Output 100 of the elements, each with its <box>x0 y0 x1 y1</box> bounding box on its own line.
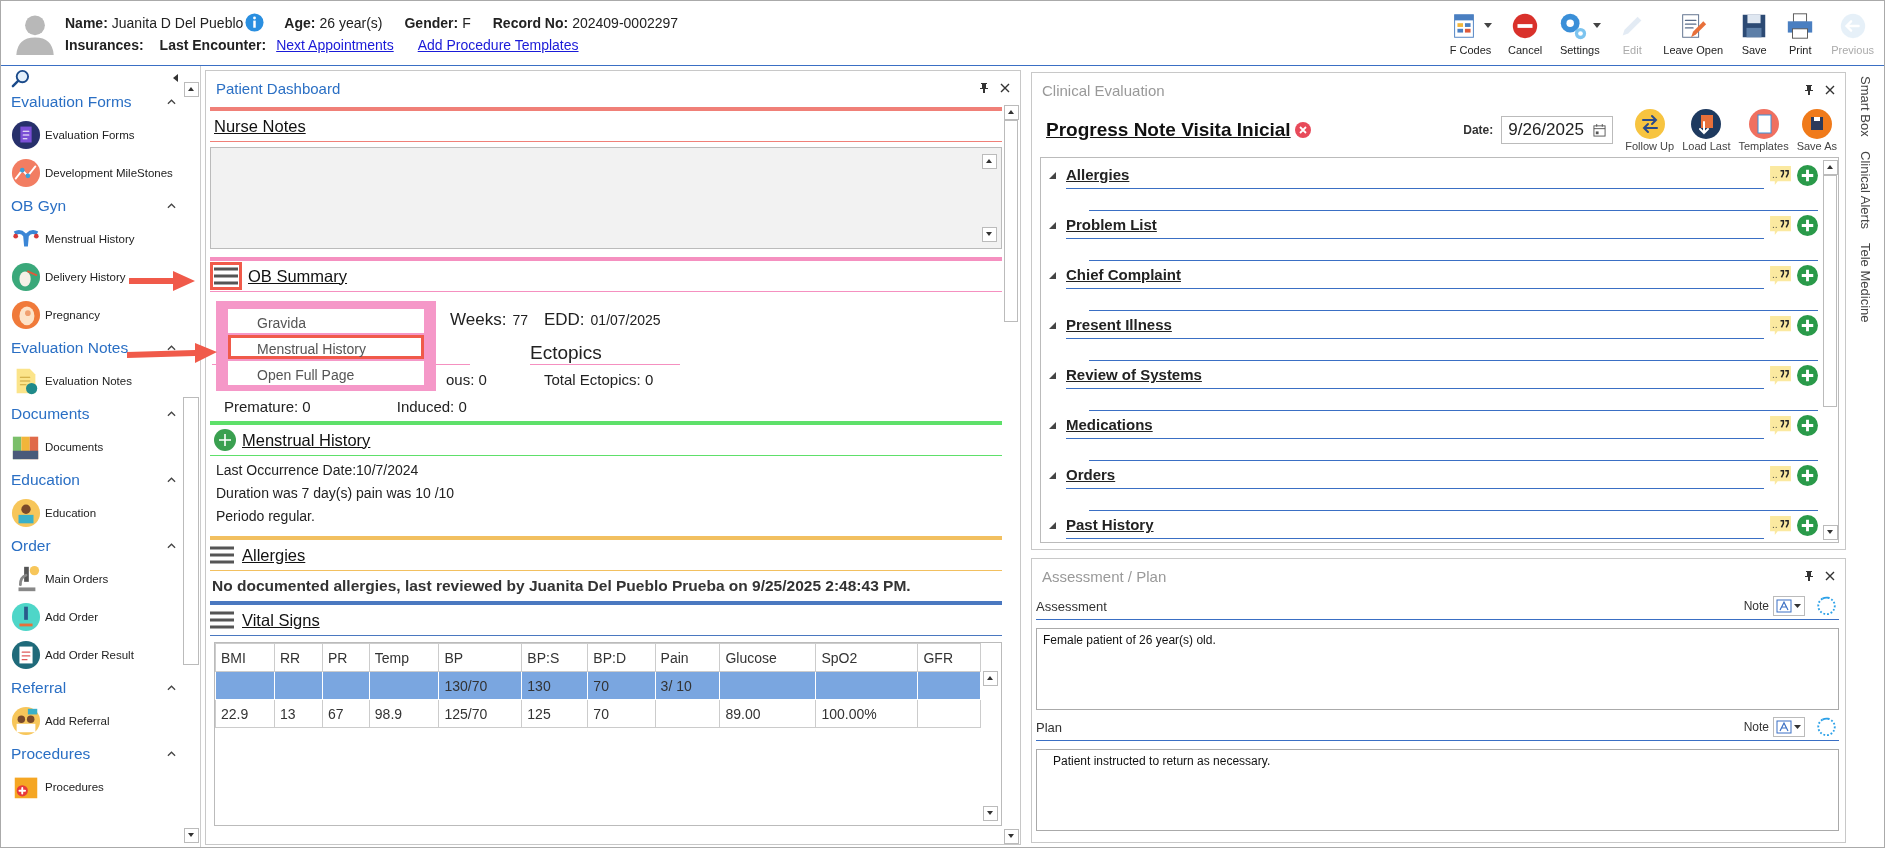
side-tab[interactable]: Smart Box <box>1857 76 1873 137</box>
group-header[interactable]: Education <box>11 466 80 494</box>
add-icon[interactable] <box>1797 464 1818 486</box>
action-button[interactable]: Templates <box>1736 108 1791 152</box>
column-header[interactable]: PR <box>322 643 370 672</box>
section-title[interactable]: Present Illness <box>1066 316 1172 333</box>
section-title[interactable]: Vital Signs <box>242 610 320 630</box>
sidebar-item[interactable]: Education <box>11 494 97 532</box>
link[interactable]: Next Appointments <box>276 37 394 53</box>
toolbar-button[interactable]: Print <box>1781 8 1820 58</box>
toolbar-button[interactable]: F Codes <box>1445 8 1496 58</box>
group-header[interactable]: Evaluation Forms <box>11 88 132 116</box>
action-button[interactable]: Follow Up <box>1623 108 1677 152</box>
column-header[interactable]: BMI <box>215 643 275 672</box>
column-header[interactable]: Temp <box>369 643 439 672</box>
chevron-icon[interactable] <box>167 99 176 105</box>
column-header[interactable]: Pain <box>655 643 720 672</box>
table-row[interactable]: 130/70 130 70 3/ 10 <box>215 671 981 700</box>
toolbar-button[interactable]: Save <box>1735 8 1774 58</box>
column-header[interactable]: SpO2 <box>815 643 918 672</box>
menu-button[interactable] <box>210 262 242 290</box>
add-icon[interactable] <box>1797 264 1818 286</box>
notes-field[interactable] <box>210 147 1002 249</box>
refresh-icon[interactable] <box>1817 595 1839 617</box>
sidebar-item[interactable]: Delivery History <box>11 258 126 296</box>
section-title[interactable]: Orders <box>1066 466 1116 483</box>
group-header[interactable]: OB Gyn <box>11 192 67 220</box>
chevron-icon[interactable] <box>167 543 176 549</box>
sidebar-item[interactable]: Evaluation Notes <box>11 362 132 400</box>
column-header[interactable]: BP:S <box>521 643 588 672</box>
close-icon[interactable] <box>1000 83 1010 93</box>
section-title[interactable]: Past History <box>1066 516 1154 533</box>
sidebar-item[interactable]: Development MileStones <box>11 154 173 192</box>
collapse-icon[interactable] <box>173 74 178 82</box>
pin-icon[interactable] <box>1805 571 1813 581</box>
expand-triangle-icon[interactable] <box>1049 221 1056 229</box>
section-title[interactable]: Chief Complaint <box>1066 266 1181 283</box>
section-title[interactable]: Allergies <box>1066 166 1130 183</box>
text-area[interactable]: Female patient of 26 year(s) old. <box>1036 628 1839 710</box>
group-header[interactable]: Documents <box>11 400 90 428</box>
sidebar-item[interactable]: Add Order Result <box>11 636 134 674</box>
expand-triangle-icon[interactable] <box>1049 171 1056 179</box>
group-header[interactable]: Order <box>11 532 51 560</box>
menu-button[interactable] <box>208 543 236 567</box>
sidebar-item[interactable]: Main Orders <box>11 560 109 598</box>
pin-icon[interactable] <box>980 83 988 93</box>
menu-button[interactable] <box>208 608 236 632</box>
expand-triangle-icon[interactable] <box>1049 421 1056 429</box>
toolbar-button[interactable]: Cancel <box>1504 8 1547 58</box>
calendar-icon[interactable] <box>1593 123 1607 137</box>
chevron-icon[interactable] <box>167 411 176 417</box>
action-button[interactable]: Load Last <box>1680 108 1733 152</box>
remove-icon[interactable] <box>1294 122 1311 138</box>
add-icon[interactable] <box>1797 514 1818 536</box>
search-icon[interactable] <box>11 68 30 88</box>
group-header[interactable]: Referral <box>11 674 67 702</box>
column-header[interactable]: BP <box>438 643 522 672</box>
quote-icon[interactable] <box>1770 215 1791 235</box>
expand-triangle-icon[interactable] <box>1049 521 1056 529</box>
add-icon[interactable] <box>1797 364 1818 386</box>
add-icon[interactable] <box>1797 414 1818 436</box>
column-header[interactable]: GFR <box>918 643 981 672</box>
quote-icon[interactable] <box>1770 365 1791 385</box>
expand-triangle-icon[interactable] <box>1049 471 1056 479</box>
chevron-icon[interactable] <box>167 477 176 483</box>
section-title[interactable]: Review of Systems <box>1066 366 1202 383</box>
menu-item[interactable]: Gravida <box>228 309 424 333</box>
column-header[interactable]: RR <box>274 643 323 672</box>
group-header[interactable]: Procedures <box>11 740 91 768</box>
close-icon[interactable] <box>1825 571 1835 581</box>
scrollbar[interactable] <box>1822 158 1838 542</box>
chevron-icon[interactable] <box>167 203 176 209</box>
quote-icon[interactable] <box>1770 265 1791 285</box>
quote-icon[interactable] <box>1770 515 1791 535</box>
expand-triangle-icon[interactable] <box>1049 271 1056 279</box>
menu-item[interactable]: Open Full Page <box>228 361 424 385</box>
refresh-icon[interactable] <box>1817 716 1839 738</box>
section-title[interactable]: Medications <box>1066 416 1153 433</box>
chevron-icon[interactable] <box>167 751 176 757</box>
sidebar-item[interactable]: Pregnancy <box>11 296 100 334</box>
note-dropdown[interactable] <box>1773 596 1805 616</box>
sidebar-item[interactable]: Documents <box>11 428 104 466</box>
expand-triangle-icon[interactable] <box>1049 321 1056 329</box>
pin-icon[interactable] <box>1805 85 1813 95</box>
sidebar-item[interactable]: Menstrual History <box>11 220 135 258</box>
date-field[interactable]: 9/26/2025 <box>1501 116 1614 144</box>
quote-icon[interactable] <box>1770 315 1791 335</box>
quote-icon[interactable] <box>1770 465 1791 485</box>
side-tab[interactable]: Tele Medicine <box>1857 242 1873 323</box>
sidebar-item[interactable]: Procedures <box>11 768 104 806</box>
add-icon[interactable] <box>214 429 236 451</box>
quote-icon[interactable] <box>1770 415 1791 435</box>
section-title[interactable]: OB Summary <box>248 266 348 286</box>
table-row[interactable]: 22.9 13 67 98.9 125/70 125 70 89.00 100.00% <box>215 699 981 728</box>
add-icon[interactable] <box>1797 164 1818 186</box>
toolbar-button[interactable]: Settings <box>1554 8 1606 58</box>
section-title[interactable]: Allergies <box>242 545 306 565</box>
quote-icon[interactable] <box>1770 165 1791 185</box>
side-tab[interactable]: Clinical Alerts <box>1857 150 1873 229</box>
sidebar-item[interactable]: Add Order <box>11 598 99 636</box>
